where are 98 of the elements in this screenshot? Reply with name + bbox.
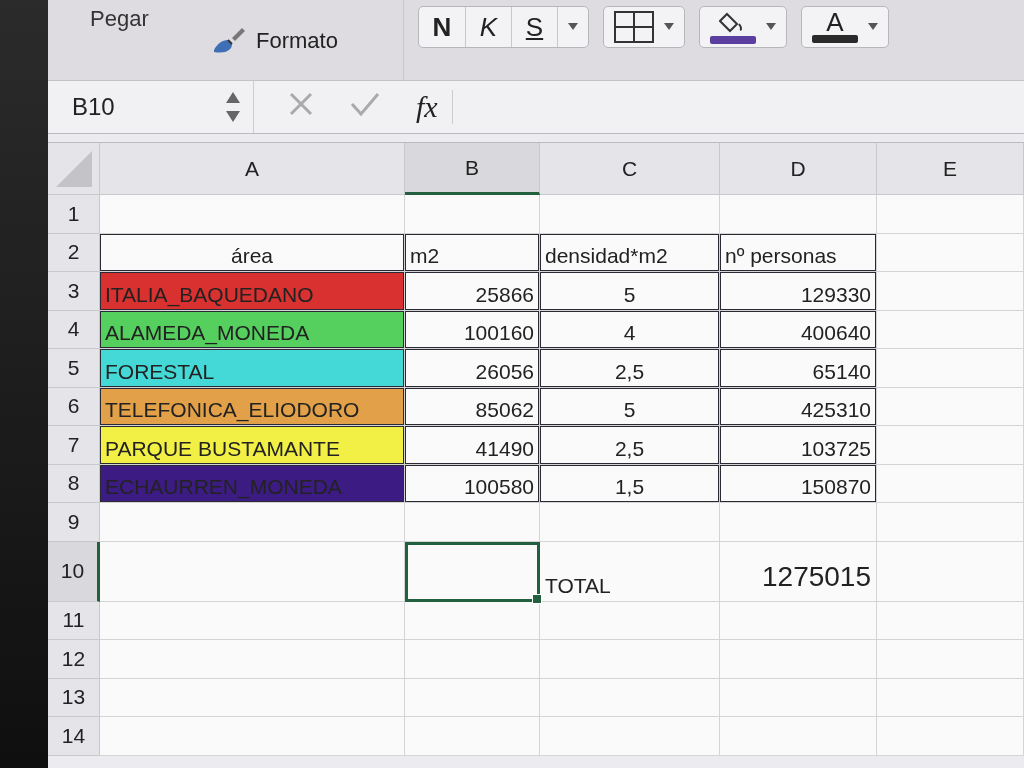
row-header[interactable]: 7 bbox=[48, 426, 100, 465]
table-cell: TOTAL bbox=[540, 541, 720, 602]
empty-cell[interactable] bbox=[540, 678, 720, 717]
fill-handle[interactable] bbox=[532, 593, 542, 604]
table-cell: 2,5 bbox=[540, 426, 720, 465]
empty-cell[interactable] bbox=[877, 464, 1024, 503]
table-cell: 5 bbox=[540, 387, 720, 426]
caret-icon bbox=[766, 23, 776, 31]
column-header[interactable]: C bbox=[540, 143, 720, 195]
font-style-button[interactable]: K bbox=[465, 7, 511, 47]
empty-cell[interactable] bbox=[405, 601, 540, 640]
table-cell: PARQUE BUSTAMANTE bbox=[100, 426, 405, 465]
table-cell: 425310 bbox=[720, 387, 877, 426]
row-header[interactable]: 9 bbox=[48, 503, 100, 542]
font-color-swatch bbox=[812, 35, 858, 43]
row-header[interactable]: 10 bbox=[48, 541, 100, 602]
empty-cell[interactable] bbox=[720, 717, 877, 756]
name-box-field[interactable]: B10 bbox=[48, 81, 254, 133]
caret-icon bbox=[664, 23, 674, 31]
table-cell: 150870 bbox=[720, 464, 877, 503]
table-cell: 4 bbox=[540, 310, 720, 349]
table-cell: ITALIA_BAQUEDANO bbox=[100, 272, 405, 311]
empty-cell[interactable] bbox=[877, 640, 1024, 679]
column-header[interactable]: A bbox=[100, 143, 405, 195]
row-header[interactable]: 8 bbox=[48, 464, 100, 503]
empty-cell[interactable] bbox=[877, 503, 1024, 542]
fill-color-swatch bbox=[710, 36, 756, 44]
empty-cell[interactable] bbox=[405, 678, 540, 717]
table-cell: m2 bbox=[405, 233, 540, 272]
row-header[interactable]: 2 bbox=[48, 233, 100, 272]
empty-cell[interactable] bbox=[877, 233, 1024, 272]
row-header[interactable]: 13 bbox=[48, 678, 100, 717]
empty-cell[interactable] bbox=[720, 503, 877, 542]
empty-cell[interactable] bbox=[877, 678, 1024, 717]
empty-cell[interactable] bbox=[540, 503, 720, 542]
table-cell: ECHAURREN_MONEDA bbox=[100, 464, 405, 503]
empty-cell[interactable] bbox=[877, 541, 1024, 602]
table-cell: 2,5 bbox=[540, 349, 720, 388]
empty-cell[interactable] bbox=[877, 310, 1024, 349]
table-cell: 1275015 bbox=[720, 541, 877, 602]
table-cell: 25866 bbox=[405, 272, 540, 311]
row-header[interactable]: 6 bbox=[48, 387, 100, 426]
font-style-button[interactable]: N bbox=[419, 7, 465, 47]
font-color-button[interactable]: A bbox=[802, 7, 888, 47]
paste-label[interactable]: Pegar bbox=[90, 6, 149, 32]
table-cell: FORESTAL bbox=[100, 349, 405, 388]
row-header[interactable]: 1 bbox=[48, 195, 100, 234]
row-header[interactable]: 12 bbox=[48, 640, 100, 679]
row-header[interactable]: 14 bbox=[48, 717, 100, 756]
empty-cell[interactable] bbox=[540, 601, 720, 640]
table-cell: 100580 bbox=[405, 464, 540, 503]
table-cell: 400640 bbox=[720, 310, 877, 349]
table-cell: 26056 bbox=[405, 349, 540, 388]
row-header[interactable]: 4 bbox=[48, 310, 100, 349]
table-cell: área bbox=[100, 233, 405, 272]
empty-cell[interactable] bbox=[720, 640, 877, 679]
empty-cell[interactable] bbox=[540, 717, 720, 756]
borders-icon bbox=[614, 11, 654, 43]
empty-cell[interactable] bbox=[720, 678, 877, 717]
column-header[interactable]: D bbox=[720, 143, 877, 195]
row-header[interactable]: 3 bbox=[48, 272, 100, 311]
table-cell: 100160 bbox=[405, 310, 540, 349]
empty-cell[interactable] bbox=[540, 640, 720, 679]
empty-cell[interactable] bbox=[405, 195, 540, 234]
empty-cell[interactable] bbox=[540, 195, 720, 234]
table-cell: 5 bbox=[540, 272, 720, 311]
empty-cell[interactable] bbox=[877, 426, 1024, 465]
table-cell: 129330 bbox=[720, 272, 877, 311]
caret-icon bbox=[868, 23, 878, 31]
font-style-button[interactable]: S bbox=[511, 7, 557, 47]
table-cell: 103725 bbox=[720, 426, 877, 465]
empty-cell[interactable] bbox=[720, 601, 877, 640]
table-cell: TELEFONICA_ELIODORO bbox=[100, 387, 405, 426]
empty-cell[interactable] bbox=[877, 387, 1024, 426]
table-cell: ALAMEDA_MONEDA bbox=[100, 310, 405, 349]
empty-cell[interactable] bbox=[877, 195, 1024, 234]
column-header[interactable]: B bbox=[405, 143, 540, 195]
caret-icon bbox=[568, 23, 578, 31]
format-painter-button[interactable]: Formato bbox=[206, 22, 342, 60]
row-header[interactable]: 5 bbox=[48, 349, 100, 388]
empty-cell[interactable] bbox=[877, 272, 1024, 311]
empty-cell[interactable] bbox=[405, 503, 540, 542]
empty-cell[interactable] bbox=[405, 717, 540, 756]
table-cell: 41490 bbox=[405, 426, 540, 465]
insert-function-button[interactable]: fx bbox=[416, 90, 453, 124]
row-header[interactable]: 11 bbox=[48, 601, 100, 640]
table-cell: 85062 bbox=[405, 387, 540, 426]
table-cell: densidad*m2 bbox=[540, 233, 720, 272]
table-cell: 65140 bbox=[720, 349, 877, 388]
table-cell: nº personas bbox=[720, 233, 877, 272]
empty-cell[interactable] bbox=[405, 640, 540, 679]
selected-cell[interactable] bbox=[405, 541, 540, 602]
empty-cell[interactable] bbox=[877, 601, 1024, 640]
table-cell: 1,5 bbox=[540, 464, 720, 503]
column-header[interactable]: E bbox=[877, 143, 1024, 195]
empty-cell[interactable] bbox=[877, 349, 1024, 388]
empty-cell[interactable] bbox=[877, 717, 1024, 756]
empty-cell[interactable] bbox=[720, 195, 877, 234]
